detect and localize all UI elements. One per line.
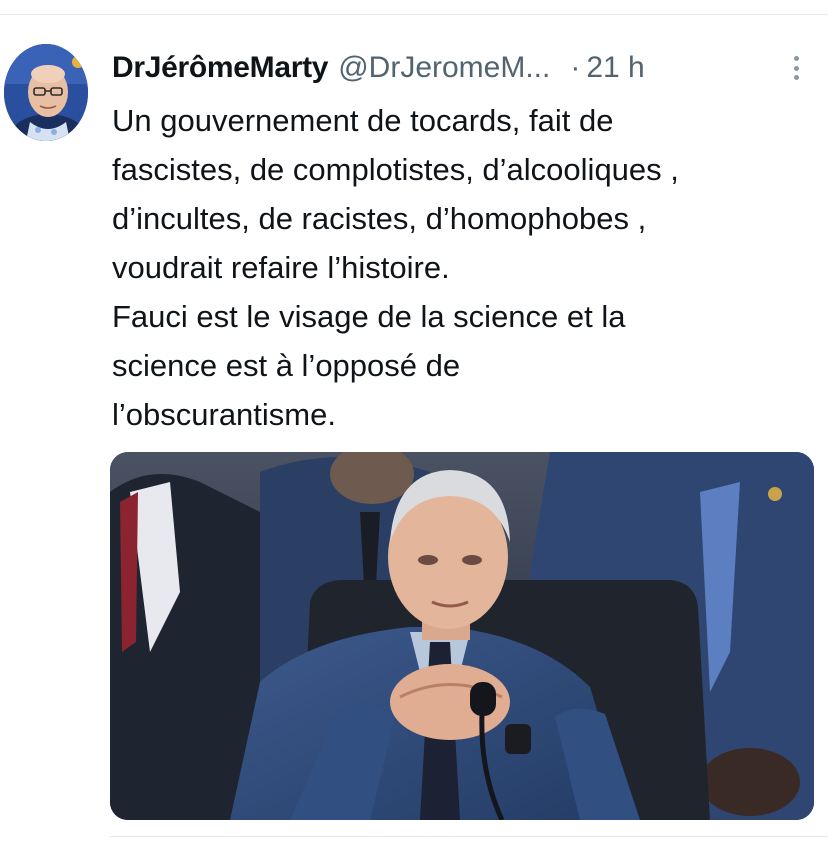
- tweet-text-line: l’obscurantisme.: [112, 397, 336, 432]
- ellipsis-dot: [793, 75, 799, 80]
- tweet-text: Un gouvernement de tocards, fait de fasc…: [112, 96, 812, 439]
- ellipsis-dot: [793, 56, 799, 61]
- tweet-text-line: voudrait refaire l’histoire.: [112, 250, 450, 285]
- tweet-header: DrJérômeMarty @DrJeromeM... · 21 h: [112, 48, 645, 88]
- separator-dot: ·: [570, 51, 581, 84]
- bottom-divider: [110, 836, 828, 837]
- author-handle[interactable]: @DrJeromeM...: [338, 48, 550, 88]
- tweet-photo[interactable]: [110, 452, 814, 820]
- more-options-icon[interactable]: [786, 52, 806, 84]
- tweet-text-line: science est à l’opposé de: [112, 348, 461, 383]
- timestamp[interactable]: 21 h: [586, 48, 644, 88]
- tweet[interactable]: DrJérômeMarty @DrJeromeM... · 21 h Un go…: [0, 15, 828, 844]
- tweet-text-line: Un gouvernement de tocards, fait de: [112, 103, 614, 138]
- author-display-name[interactable]: DrJérômeMarty: [112, 48, 329, 88]
- photo-illustration: [110, 452, 814, 820]
- ellipsis-dot: [793, 65, 799, 71]
- avatar-photo: [4, 44, 88, 141]
- avatar[interactable]: [4, 44, 88, 141]
- tweet-text-line: d’incultes, de racistes, d’homophobes ,: [112, 201, 647, 236]
- tweet-text-line: Fauci est le visage de la science et la: [112, 299, 626, 334]
- tweet-text-line: fascistes, de complotistes, d’alcoolique…: [112, 152, 679, 187]
